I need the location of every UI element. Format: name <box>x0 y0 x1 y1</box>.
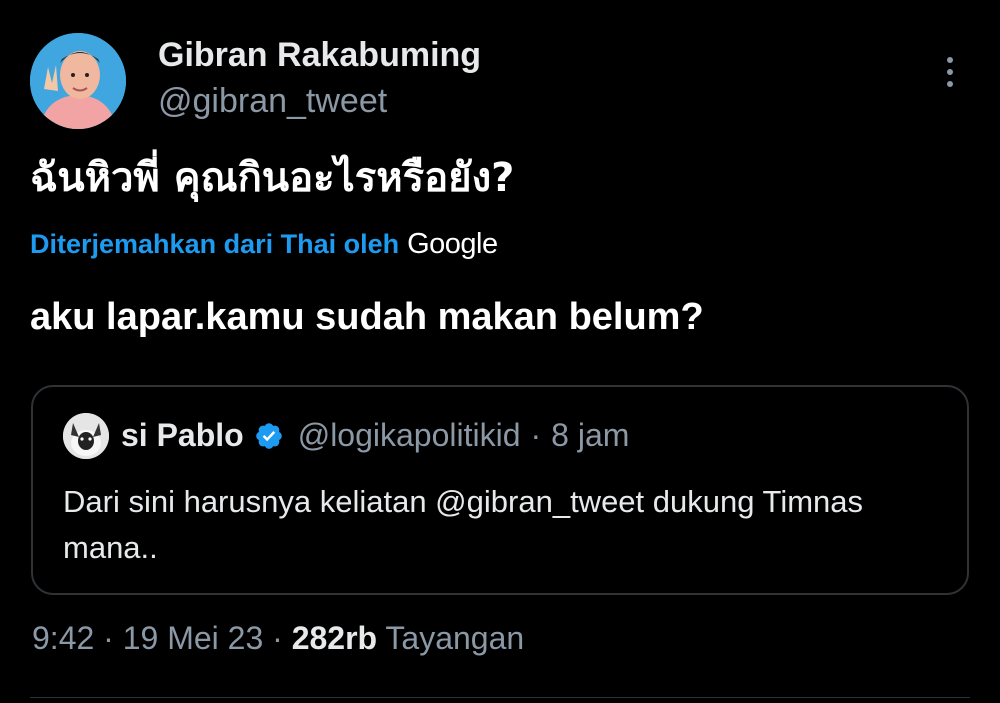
tweet-original-text: ฉันหิวพี่ คุณกินอะไรหรือยัง? <box>30 155 515 201</box>
verified-badge-icon <box>255 422 282 449</box>
tweet-meta: 9:42 · 19 Mei 23 · 282rb Tayangan <box>32 620 524 657</box>
more-options-button[interactable] <box>935 52 965 92</box>
quoted-tweet-card[interactable]: si Pablo @logikapolitikid · 8 jam Dari s… <box>31 385 969 595</box>
tweet-time[interactable]: 9:42 <box>32 620 94 656</box>
tweet-translated-text: aku lapar.kamu sudah makan belum? <box>30 296 704 338</box>
separator-dot: · <box>103 620 114 656</box>
translated-from-link[interactable]: Diterjemahkan dari Thai oleh <box>30 229 399 259</box>
quoted-author-name[interactable]: si Pablo <box>121 417 244 454</box>
more-dot-icon <box>947 69 953 75</box>
more-dot-icon <box>947 81 953 87</box>
more-dot-icon <box>947 57 953 63</box>
google-logo: Google <box>407 228 498 260</box>
tweet-date[interactable]: 19 Mei 23 <box>123 620 264 656</box>
quoted-author-handle[interactable]: @logikapolitikid <box>298 417 521 454</box>
avatar-image <box>30 33 126 129</box>
divider <box>30 697 970 698</box>
quoted-author-avatar <box>63 413 109 459</box>
dog-avatar-image <box>63 413 109 459</box>
author-name[interactable]: Gibran Rakabuming <box>158 36 481 75</box>
quoted-tweet-time[interactable]: 8 jam <box>551 417 629 454</box>
quoted-tweet-text: Dari sini harusnya keliatan @gibran_twee… <box>63 484 864 565</box>
separator-dot: · <box>272 620 283 656</box>
separator-dot: · <box>530 417 542 453</box>
tweet-detail: Gibran Rakabuming @gibran_tweet ฉันหิวพี… <box>0 0 1000 703</box>
author-avatar[interactable] <box>30 33 126 129</box>
author-handle[interactable]: @gibran_tweet <box>158 82 387 121</box>
translation-attribution: Diterjemahkan dari Thai oleh Google <box>30 228 498 261</box>
views-count[interactable]: 282rb <box>292 620 377 656</box>
quoted-tweet-header: si Pablo @logikapolitikid · 8 jam <box>121 417 629 454</box>
views-label[interactable]: Tayangan <box>385 620 524 656</box>
